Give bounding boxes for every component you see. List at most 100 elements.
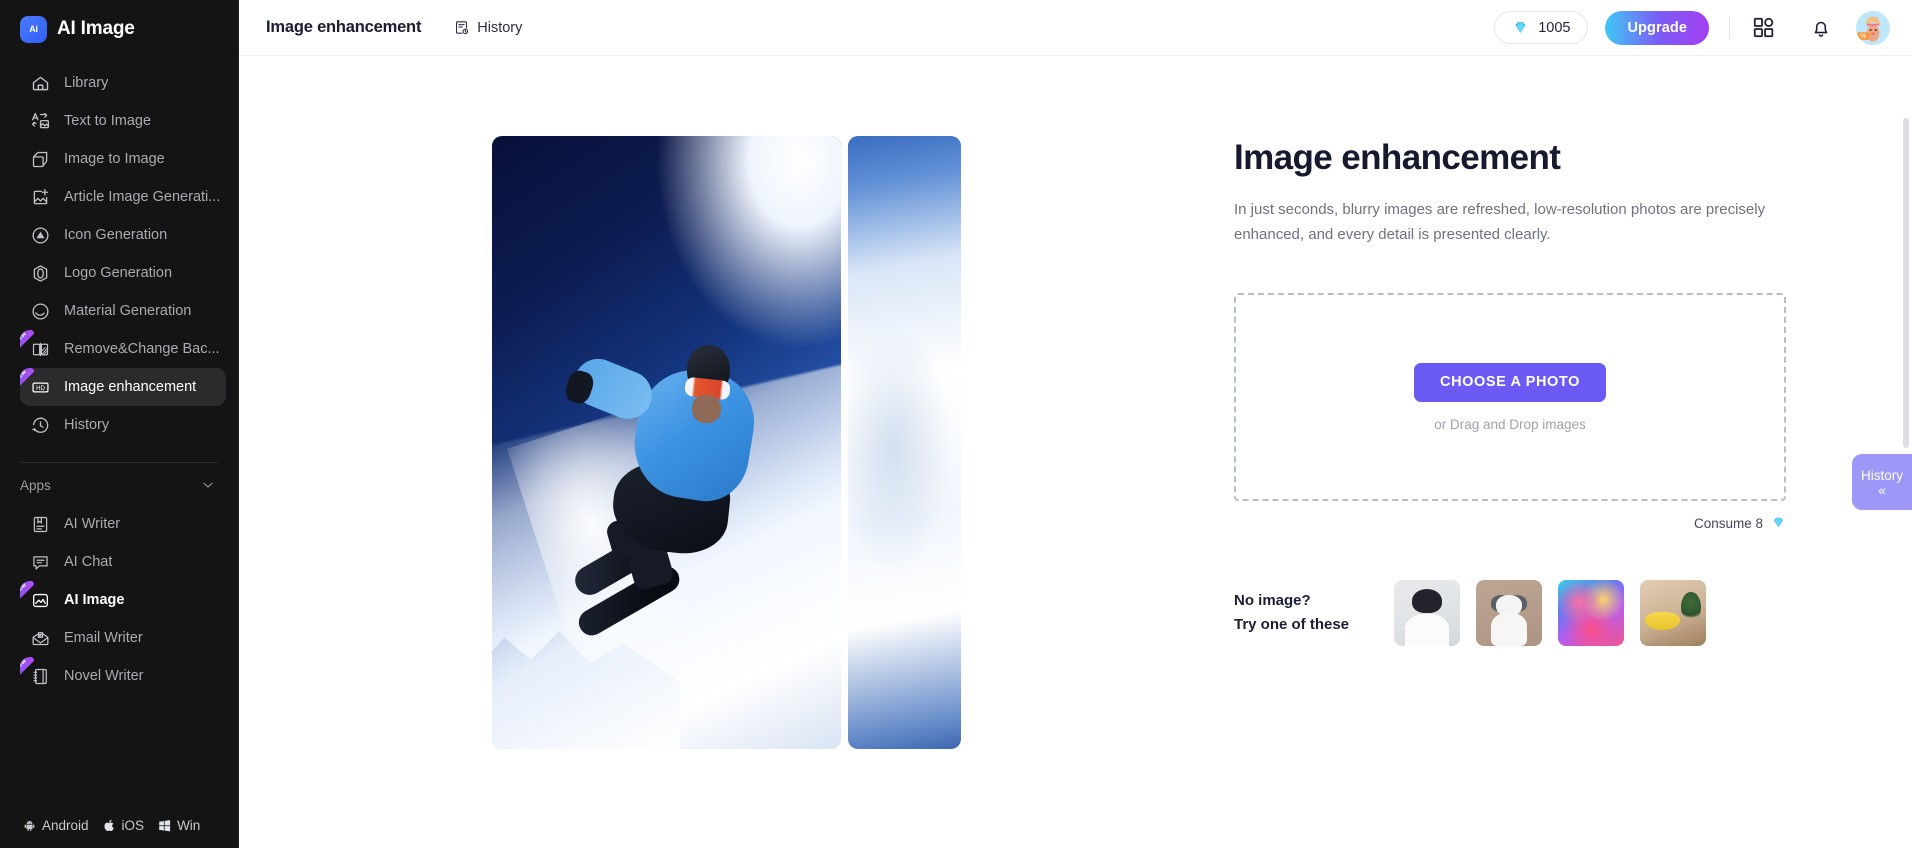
original-blurred-crop[interactable] — [848, 136, 961, 749]
sidebar-item-logo-generation[interactable]: Logo Generation — [20, 254, 226, 292]
text-to-image-icon — [30, 111, 51, 132]
sample-bananas[interactable] — [1640, 580, 1706, 646]
notebook-icon — [30, 666, 51, 687]
topbar-history-link[interactable]: History — [453, 19, 522, 36]
sidebar-item-novel-writer[interactable]: new Novel Writer — [20, 657, 226, 695]
envelope-icon — [30, 628, 51, 649]
upload-pane: Image enhancement In just seconds, blurr… — [1214, 136, 1912, 749]
topbar-actions: 1005 Upgrade % — [1494, 10, 1890, 45]
brand-logo-icon: Ai — [20, 15, 47, 43]
apps-section-header[interactable]: Apps — [0, 463, 238, 499]
sidebar-item-library[interactable]: Library — [20, 64, 226, 102]
sample-label-line2: Try one of these — [1234, 616, 1350, 633]
topbar-separator — [1729, 16, 1730, 39]
credits-badge[interactable]: 1005 — [1494, 11, 1589, 44]
sidebar-item-article-image-generation[interactable]: Article Image Generati... — [20, 178, 226, 216]
sample-label-line1: No image? — [1234, 592, 1311, 609]
platform-label: Android — [42, 817, 89, 833]
sidebar-item-ai-writer[interactable]: AI Writer — [20, 505, 226, 543]
snowboarder-before-after-comparison[interactable] — [492, 136, 961, 749]
preview-pane — [239, 136, 1214, 749]
platform-ios[interactable]: iOS — [102, 817, 145, 833]
upload-dropzone[interactable]: CHOOSE A PHOTO or Drag and Drop images — [1234, 293, 1786, 501]
chat-icon — [30, 552, 51, 573]
remove-background-icon — [30, 339, 51, 360]
platform-links: Android iOS Win — [0, 802, 238, 848]
sample-cat[interactable] — [1476, 580, 1542, 646]
apps-grid-icon[interactable] — [1750, 14, 1777, 41]
blurred-snow-texture — [848, 307, 961, 590]
apps-nav: AI Writer AI Chat new AI Image Email Wri… — [0, 499, 238, 695]
main-area: Image enhancement History 1005 Upgrade %… — [239, 0, 1912, 848]
credit-cost: Consume 8 — [1234, 515, 1786, 532]
chevron-down-icon[interactable] — [200, 477, 216, 493]
sidebar-item-remove-change-background[interactable]: new Remove&Change Bac... — [20, 330, 226, 368]
sidebar-item-material-generation[interactable]: Material Generation — [20, 292, 226, 330]
face — [691, 394, 721, 424]
clock-icon — [30, 415, 51, 436]
sidebar-item-label: AI Image — [64, 592, 125, 608]
platform-android[interactable]: Android — [22, 818, 89, 833]
sidebar-item-ai-chat[interactable]: AI Chat — [20, 543, 226, 581]
choose-a-photo-button[interactable]: CHOOSE A PHOTO — [1414, 362, 1606, 402]
history-flyout-tab[interactable]: History « — [1852, 454, 1912, 510]
hero-title: Image enhancement — [1234, 138, 1561, 177]
sample-images-label: No image? Try one of these — [1234, 589, 1394, 637]
content-inner: Image enhancement In just seconds, blurr… — [239, 56, 1912, 749]
sidebar-item-history[interactable]: History — [20, 406, 226, 444]
snowboarder-figure — [562, 320, 792, 640]
sidebar-item-image-enhancement[interactable]: new HD Image enhancement — [20, 368, 226, 406]
sidebar-item-ai-image[interactable]: new AI Image — [20, 581, 226, 619]
sidebar-item-label: Image to Image — [64, 151, 165, 167]
enhanced-snowboarder-photo[interactable] — [492, 136, 841, 749]
content-scrollbar[interactable] — [1903, 118, 1909, 448]
svg-text:%: % — [1860, 33, 1866, 40]
sidebar-item-label: History — [64, 417, 110, 433]
sidebar-item-label: Article Image Generati... — [64, 189, 221, 205]
sidebar-item-label: Novel Writer — [64, 668, 144, 684]
platform-label: iOS — [121, 817, 145, 833]
brand[interactable]: Ai AI Image — [0, 0, 238, 58]
sidebar-item-image-to-image[interactable]: Image to Image — [20, 140, 226, 178]
windows-icon — [157, 818, 172, 833]
history-flyout-label: History — [1860, 468, 1903, 483]
sidebar-item-label: Library — [64, 75, 109, 91]
sidebar-item-label: Material Generation — [64, 303, 192, 319]
article-image-icon — [30, 187, 51, 208]
sample-images-section: No image? Try one of these — [1234, 580, 1872, 646]
image-to-image-icon — [30, 149, 51, 170]
bell-icon[interactable] — [1807, 14, 1834, 41]
history-file-icon — [453, 19, 470, 36]
gem-icon — [1512, 19, 1529, 36]
sidebar-item-email-writer[interactable]: Email Writer — [20, 619, 226, 657]
consume-label: Consume 8 — [1693, 516, 1763, 531]
hd-icon: HD — [30, 377, 51, 398]
drag-drop-hint: or Drag and Drop images — [1434, 416, 1586, 432]
platform-windows[interactable]: Win — [157, 818, 200, 833]
brand-name: AI Image — [57, 18, 135, 39]
book-icon — [30, 514, 51, 535]
user-avatar[interactable]: % — [1856, 10, 1890, 45]
svg-text:HD: HD — [36, 385, 45, 392]
sidebar-item-label: Logo Generation — [64, 265, 173, 281]
apple-icon — [102, 818, 117, 833]
primary-nav: Library Text to Image Image to Image Art… — [0, 58, 238, 444]
sidebar-item-text-to-image[interactable]: Text to Image — [20, 102, 226, 140]
sample-portrait[interactable] — [1394, 580, 1460, 646]
sidebar-item-label: Text to Image — [64, 113, 152, 129]
sidebar-item-icon-generation[interactable]: Icon Generation — [20, 216, 226, 254]
apps-section-title: Apps — [20, 477, 51, 493]
sidebar-item-label: AI Chat — [64, 554, 113, 570]
sample-thumbnail-list — [1394, 580, 1706, 646]
sample-artwork[interactable] — [1558, 580, 1624, 646]
sidebar-item-label: Icon Generation — [64, 227, 168, 243]
sidebar-item-label: Remove&Change Bac... — [64, 341, 220, 357]
icon-generation-icon — [30, 225, 51, 246]
android-icon — [22, 818, 37, 833]
platform-label: Win — [177, 817, 201, 833]
upgrade-button[interactable]: Upgrade — [1605, 10, 1709, 45]
sidebar-item-label: AI Writer — [64, 516, 121, 532]
hero-description: In just seconds, blurry images are refre… — [1234, 201, 1766, 243]
sidebar-item-label: Image enhancement — [64, 379, 197, 395]
gem-icon — [1769, 515, 1786, 532]
